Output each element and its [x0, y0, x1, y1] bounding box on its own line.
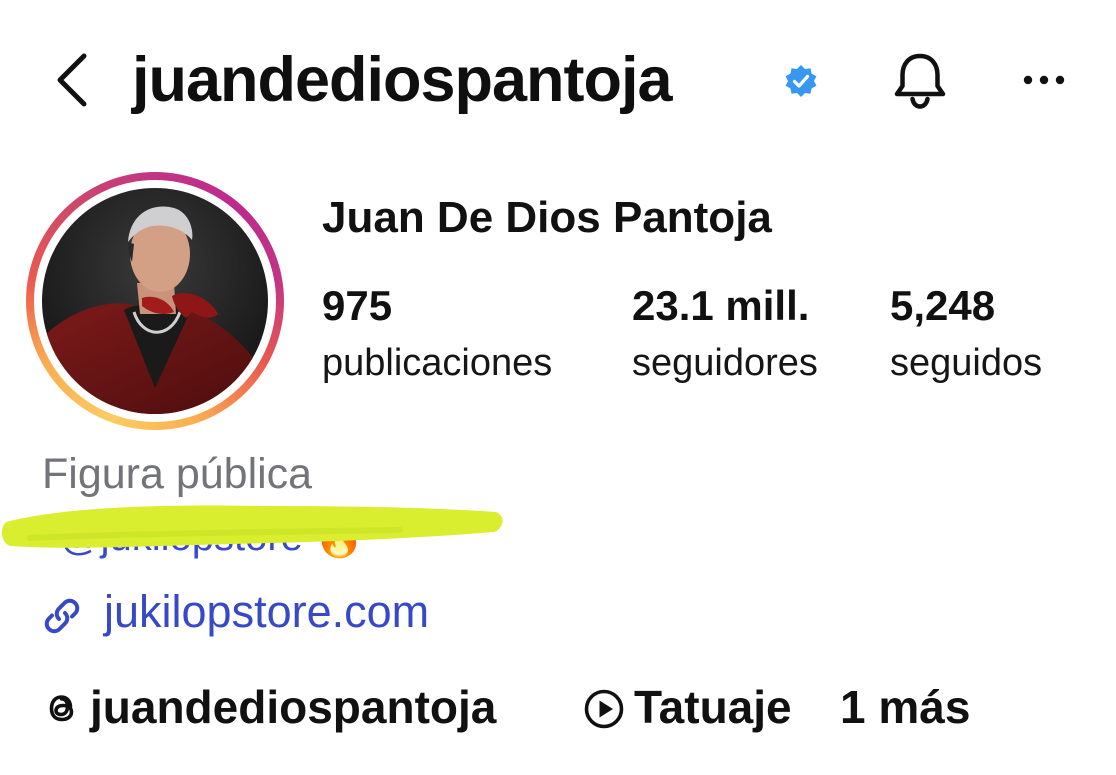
back-button[interactable] — [44, 44, 104, 116]
play-circle-icon — [583, 688, 625, 730]
avatar[interactable] — [42, 188, 268, 414]
posts-label[interactable]: publicaciones — [322, 338, 552, 388]
link-icon — [40, 594, 84, 638]
verified-badge-icon — [784, 64, 818, 98]
followers-label[interactable]: seguidores — [632, 338, 818, 388]
bell-icon — [894, 53, 946, 109]
following-count[interactable]: 5,248 — [890, 280, 995, 332]
following-label[interactable]: seguidos — [890, 338, 1042, 388]
followers-count[interactable]: 23.1 mill. — [632, 280, 809, 332]
more-links-button[interactable]: 1 más — [840, 678, 970, 736]
profile-username: juandediospantoja — [132, 45, 673, 115]
notifications-button[interactable] — [888, 48, 952, 112]
threads-icon — [42, 688, 82, 728]
more-horizontal-icon — [1023, 75, 1065, 85]
threads-profile-link[interactable]: juandediospantoja — [90, 678, 496, 736]
highlighter-redaction — [0, 494, 510, 564]
posts-count[interactable]: 975 — [322, 280, 392, 332]
avatar-photo — [42, 188, 268, 414]
more-options-button[interactable] — [1012, 52, 1076, 108]
full-name: Juan De Dios Pantoja — [322, 193, 772, 242]
website-link[interactable]: jukilopstore.com — [104, 584, 429, 640]
music-link[interactable]: Tatuaje — [634, 678, 792, 736]
chevron-left-icon — [57, 53, 87, 107]
